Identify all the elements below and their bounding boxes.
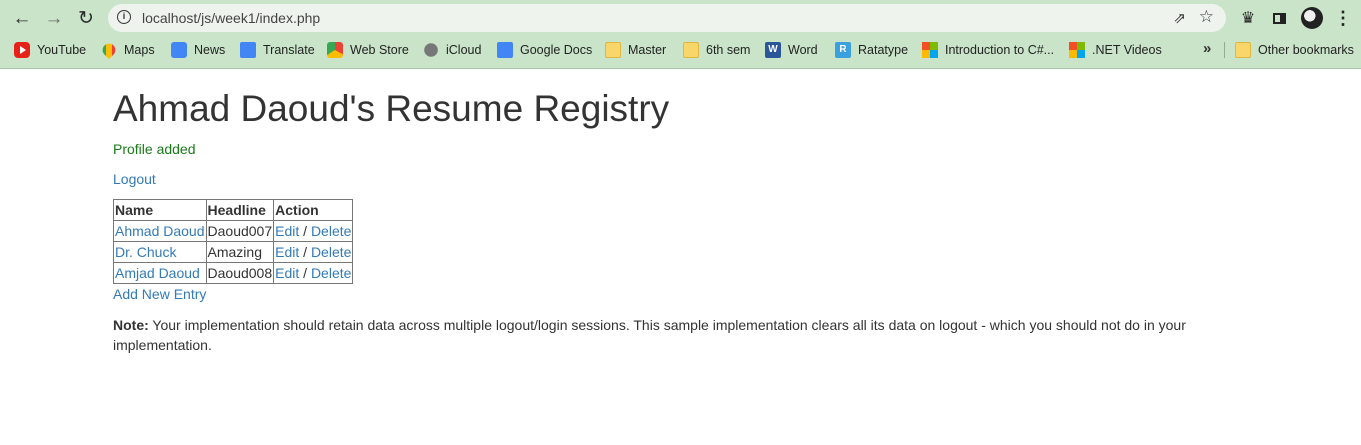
profile-link[interactable]: Amjad Daoud: [115, 265, 200, 281]
name-cell: Dr. Chuck: [113, 241, 207, 263]
translate-icon: [240, 42, 256, 58]
action-cell: Edit / Delete: [273, 262, 354, 284]
bookmark-webstore[interactable]: Web Store: [327, 41, 409, 59]
table-header-row: Name Headline Action: [113, 199, 354, 221]
side-panel-icon[interactable]: [1270, 6, 1288, 30]
forward-button[interactable]: →: [42, 6, 66, 30]
bookmarks-bar: YouTube Maps News Translate Web Store iC…: [0, 38, 1361, 62]
edit-link[interactable]: Edit: [275, 265, 299, 281]
bookmark-word[interactable]: W Word: [765, 41, 818, 59]
profile-avatar[interactable]: [1300, 6, 1324, 30]
bookmark-star-icon[interactable]: ☆: [1199, 7, 1214, 27]
arrow-right-icon: →: [44, 7, 64, 29]
delete-link[interactable]: Delete: [311, 223, 351, 239]
delete-link[interactable]: Delete: [311, 244, 351, 260]
page-title: Ahmad Daoud's Resume Registry: [113, 88, 670, 129]
bookmark-news[interactable]: News: [171, 41, 225, 59]
note-text: Your implementation should retain data a…: [113, 317, 1186, 353]
webstore-icon: [327, 42, 343, 58]
column-header-name: Name: [113, 199, 207, 221]
bookmark-translate[interactable]: Translate: [240, 41, 315, 59]
profile-link[interactable]: Ahmad Daoud: [115, 223, 205, 239]
headline-cell: Daoud008: [205, 262, 275, 284]
table-row: Ahmad Daoud Daoud007 Edit / Delete: [113, 220, 354, 242]
action-separator: /: [303, 223, 308, 239]
apple-icon: [424, 43, 438, 57]
bookmarks-divider: [1224, 42, 1225, 58]
arrow-left-icon: ←: [12, 7, 32, 29]
column-header-action: Action: [273, 199, 354, 221]
action-cell: Edit / Delete: [273, 220, 354, 242]
bookmark-google-docs[interactable]: Google Docs: [497, 41, 592, 59]
action-separator: /: [303, 244, 308, 260]
headline-cell: Amazing: [205, 241, 275, 263]
note-label: Note:: [113, 317, 149, 333]
word-icon: W: [765, 42, 781, 58]
headline-cell: Daoud007: [205, 220, 275, 242]
logout-link[interactable]: Logout: [113, 171, 156, 187]
add-new-entry-link[interactable]: Add New Entry: [113, 286, 206, 302]
folder-icon: [1235, 42, 1251, 58]
flash-message: Profile added: [113, 141, 196, 157]
ratatype-icon: R: [835, 42, 851, 58]
browser-toolbar: ← → ↻ i localhost/js/week1/index.php ⇗ ☆…: [0, 0, 1361, 36]
bookmark-icloud[interactable]: iCloud: [423, 41, 481, 59]
bookmark-maps[interactable]: Maps: [99, 40, 155, 60]
news-icon: [171, 42, 187, 58]
address-bar[interactable]: i localhost/js/week1/index.php ⇗ ☆: [108, 4, 1226, 32]
action-separator: /: [303, 265, 308, 281]
url-text[interactable]: localhost/js/week1/index.php: [142, 10, 320, 26]
implementation-note: Note: Your implementation should retain …: [113, 315, 1223, 355]
back-button[interactable]: ←: [10, 6, 34, 30]
more-bookmarks-chevron-icon[interactable]: »: [1203, 40, 1211, 57]
folder-icon: [683, 42, 699, 58]
action-cell: Edit / Delete: [273, 241, 354, 263]
bookmark-6th-sem[interactable]: 6th sem: [683, 41, 750, 59]
profile-link[interactable]: Dr. Chuck: [115, 244, 176, 260]
browser-chrome: ← → ↻ i localhost/js/week1/index.php ⇗ ☆…: [0, 0, 1361, 69]
delete-link[interactable]: Delete: [311, 265, 351, 281]
share-icon[interactable]: ⇗: [1173, 9, 1186, 27]
youtube-icon: [14, 42, 30, 58]
resume-table: Name Headline Action Ahmad Daoud Daoud00…: [113, 199, 354, 284]
microsoft-icon: [922, 42, 938, 58]
bookmark-master[interactable]: Master: [605, 41, 666, 59]
bookmark-net-videos[interactable]: .NET Videos: [1069, 41, 1162, 59]
bookmark-ratatype[interactable]: R Ratatype: [835, 41, 908, 59]
maps-icon: [99, 40, 119, 60]
edit-link[interactable]: Edit: [275, 244, 299, 260]
reload-icon: ↻: [78, 7, 94, 29]
bookmark-other[interactable]: Other bookmarks: [1235, 41, 1354, 59]
table-row: Amjad Daoud Daoud008 Edit / Delete: [113, 262, 354, 284]
bookmark-youtube[interactable]: YouTube: [14, 41, 86, 59]
edit-link[interactable]: Edit: [275, 223, 299, 239]
bookmark-intro-csharp[interactable]: Introduction to C#...: [922, 41, 1054, 59]
site-info-icon[interactable]: i: [117, 10, 131, 24]
column-header-headline: Headline: [205, 199, 275, 221]
kebab-menu-icon[interactable]: ⋮: [1334, 6, 1352, 30]
reload-button[interactable]: ↻: [74, 6, 98, 30]
table-row: Dr. Chuck Amazing Edit / Delete: [113, 241, 354, 263]
extensions-puzzle-icon[interactable]: ♛: [1238, 6, 1258, 30]
docs-icon: [497, 42, 513, 58]
name-cell: Ahmad Daoud: [113, 220, 207, 242]
microsoft-icon: [1069, 42, 1085, 58]
name-cell: Amjad Daoud: [113, 262, 207, 284]
folder-icon: [605, 42, 621, 58]
